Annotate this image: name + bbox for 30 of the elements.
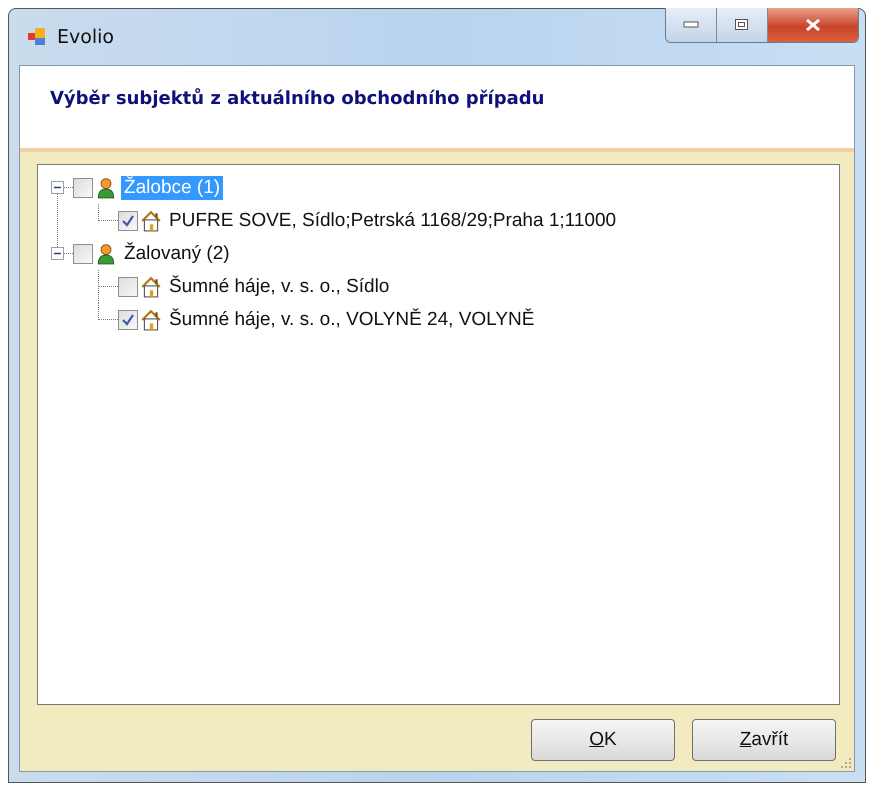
maximize-icon — [734, 18, 750, 32]
dialog-button[interactable]: Zavřít — [692, 719, 836, 761]
checkbox[interactable] — [118, 310, 138, 330]
resize-grip-icon[interactable] — [840, 757, 852, 769]
person-icon — [95, 242, 117, 264]
checkbox[interactable] — [118, 276, 138, 296]
checkbox[interactable] — [73, 178, 93, 198]
checkmark-icon — [121, 214, 135, 228]
dialog-heading: Výběr subjektů z aktuálního obchodního případu — [50, 88, 544, 108]
house-icon — [140, 276, 162, 298]
maximize-button[interactable] — [717, 8, 768, 42]
close-icon — [804, 18, 822, 32]
minimize-button[interactable] — [666, 8, 717, 42]
tree-item[interactable]: Žalovaný (2) — [121, 242, 233, 266]
checkbox[interactable] — [73, 244, 93, 264]
collapse-toggle[interactable] — [51, 181, 64, 194]
person-icon — [95, 176, 117, 198]
window-title: Evolio — [57, 26, 114, 48]
checkbox[interactable] — [118, 210, 138, 230]
tree-item[interactable]: Šumné háje, v. s. o., Sídlo — [166, 274, 392, 298]
dialog-button[interactable]: OK — [531, 719, 675, 761]
close-button[interactable] — [768, 8, 858, 42]
app-icon — [27, 27, 47, 47]
collapse-toggle[interactable] — [51, 247, 64, 260]
house-icon — [140, 210, 162, 232]
house-icon — [140, 308, 162, 330]
minimize-icon — [683, 21, 699, 29]
checkmark-icon — [121, 312, 135, 326]
tree-item[interactable]: Šumné háje, v. s. o., VOLYNĚ 24, VOLYNĚ — [166, 308, 538, 332]
tree-item[interactable]: PUFRE SOVE, Sídlo;Petrská 1168/29;Praha 1;11000 — [166, 208, 620, 232]
